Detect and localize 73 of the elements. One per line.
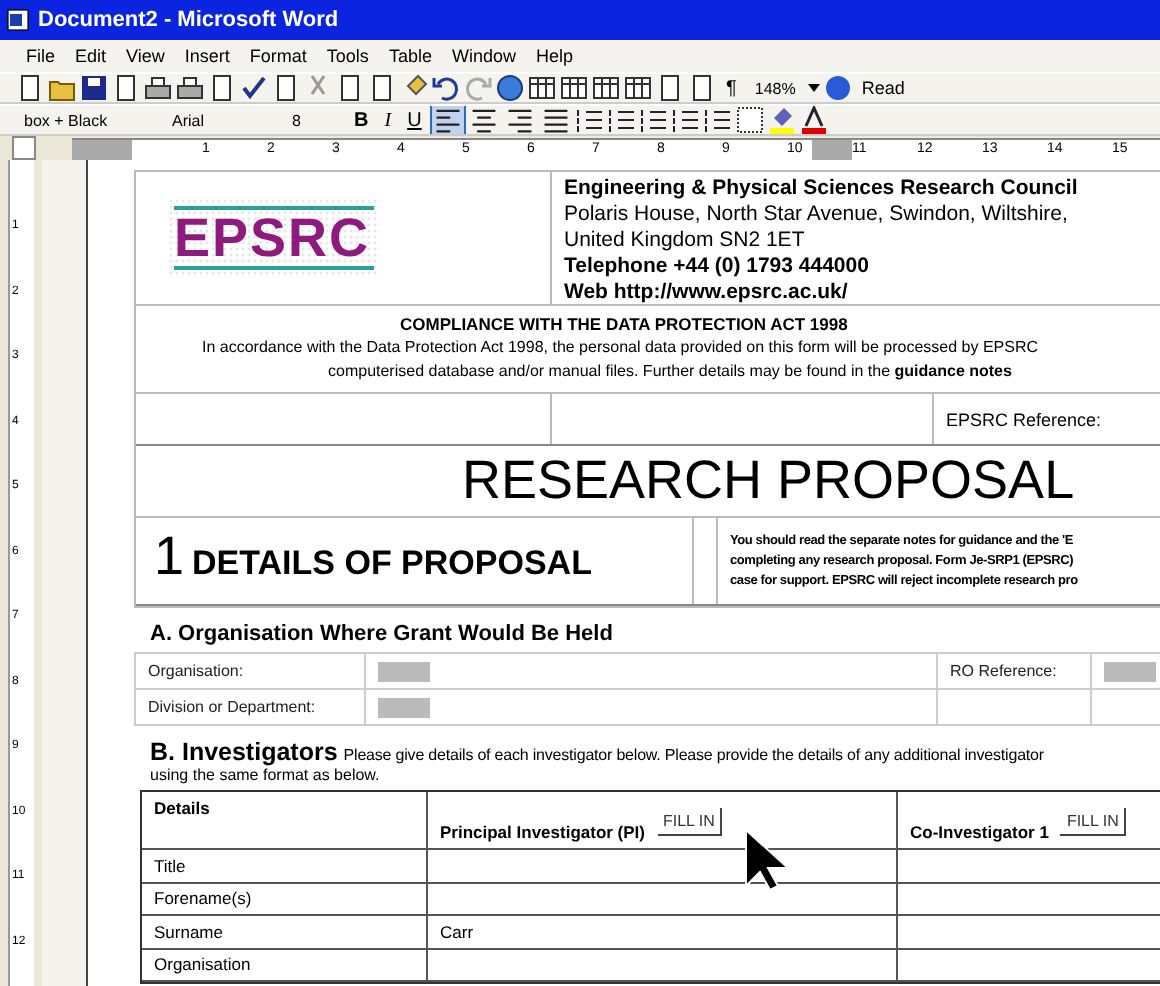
column-header: Co-Investigator 1 [910, 822, 1049, 842]
print-icon[interactable] [176, 74, 204, 102]
read-button[interactable]: Read [855, 78, 911, 98]
align-button[interactable] [431, 106, 464, 134]
menu-item[interactable]: Insert [174, 46, 240, 66]
fill-in-button[interactable]: FILL IN [657, 808, 723, 836]
underline-button[interactable]: U [401, 109, 428, 131]
style-dropdown[interactable]: box + Black [16, 111, 160, 129]
menu-item[interactable]: File [16, 46, 66, 66]
bullets-icon[interactable] [639, 106, 668, 134]
italic-button[interactable]: I [378, 109, 398, 131]
bold-button[interactable]: B [348, 109, 375, 131]
section-heading: DETAILS OF PROPOSAL [192, 544, 592, 584]
caret-icon[interactable] [807, 84, 820, 92]
undo-icon[interactable] [432, 74, 460, 102]
organisation-name: Engineering & Physical Sciences Research Council [564, 176, 1080, 202]
show-marks-button[interactable]: ¶ [720, 77, 743, 99]
address-line: Polaris House, North Star Avenue, Swindon, Wiltshire, [564, 202, 1070, 228]
section-heading: A. Organisation Where Grant Would Be Held [150, 622, 615, 646]
spreadsheet-icon[interactable] [592, 74, 620, 102]
menu-item[interactable]: Tools [316, 46, 379, 66]
menu-item[interactable]: Format [239, 46, 317, 66]
paragraph-line: computerised database and/or manual files. Further details may be found in the guidance notes [326, 360, 1012, 384]
insert-table-icon[interactable] [560, 74, 588, 102]
font-color-icon[interactable] [799, 106, 828, 134]
app-icon [6, 8, 30, 32]
highlight-icon[interactable] [767, 106, 796, 134]
menu-item[interactable]: Edit [65, 46, 117, 66]
reference-label: EPSRC Reference: [946, 409, 1102, 429]
paragraph-line: In accordance with the Data Protection Act 1998, the personal data provided on this form will be processed by EPSRC [200, 336, 1039, 360]
field-label: Division or Department: [148, 698, 316, 716]
field-label: RO Reference: [950, 662, 1057, 680]
save-icon[interactable] [80, 74, 108, 102]
form-field[interactable] [378, 661, 430, 681]
logo: EPSRC [168, 198, 380, 278]
column-header: Principal Investigator (PI) [440, 822, 645, 842]
zoom-dropdown[interactable]: 148% [746, 79, 804, 97]
new-document-icon[interactable] [16, 74, 44, 102]
column-header: Details [154, 798, 210, 818]
field-label: Organisation: [148, 662, 244, 680]
align-button[interactable] [467, 106, 500, 134]
print-icon[interactable] [144, 74, 172, 102]
table-cell: Forename(s) [154, 888, 252, 909]
document-title: RESEARCH PROPOSAL [462, 450, 1075, 510]
form-field[interactable] [378, 697, 430, 717]
table-cell: Carr [440, 921, 474, 942]
section-title: COMPLIANCE WITH THE DATA PROTECTION ACT 1998 [398, 312, 850, 336]
align-button[interactable] [503, 106, 536, 134]
address-line: United Kingdom SN2 1ET [564, 228, 807, 254]
paragraph-line: using the same format as below. [150, 766, 382, 784]
font-size-dropdown[interactable]: 8 [284, 111, 344, 129]
tab-selector[interactable] [12, 136, 36, 160]
menu-item[interactable]: View [116, 46, 175, 66]
align-button[interactable] [539, 106, 572, 134]
font-dropdown[interactable]: Arial [164, 111, 280, 129]
table-cell: Title [154, 855, 186, 876]
menu-item[interactable]: Window [441, 46, 526, 66]
border-icon[interactable] [735, 106, 764, 134]
website: Web http://www.epsrc.ac.uk/ [564, 280, 850, 306]
window-title: Document2 - Microsoft Word [38, 8, 339, 32]
table-cell: Organisation [154, 954, 251, 975]
paragraph-line: Please give details of each investigator below. Please provide the details of any additional investigator [343, 746, 1044, 764]
fill-in-button[interactable]: FILL IN [1060, 808, 1127, 836]
numbering-icon[interactable] [607, 106, 636, 134]
menu-item[interactable]: Table [378, 46, 442, 66]
section-number: 1 [154, 526, 185, 588]
spelling-icon[interactable] [240, 74, 268, 102]
telephone: Telephone +44 (0) 1793 444000 [564, 254, 871, 280]
menu-item[interactable]: Help [525, 46, 583, 66]
table-icon[interactable] [528, 74, 556, 102]
form-field[interactable] [1104, 661, 1156, 681]
table-cell: Surname [154, 921, 223, 942]
section-heading: B. Investigators [150, 738, 338, 766]
